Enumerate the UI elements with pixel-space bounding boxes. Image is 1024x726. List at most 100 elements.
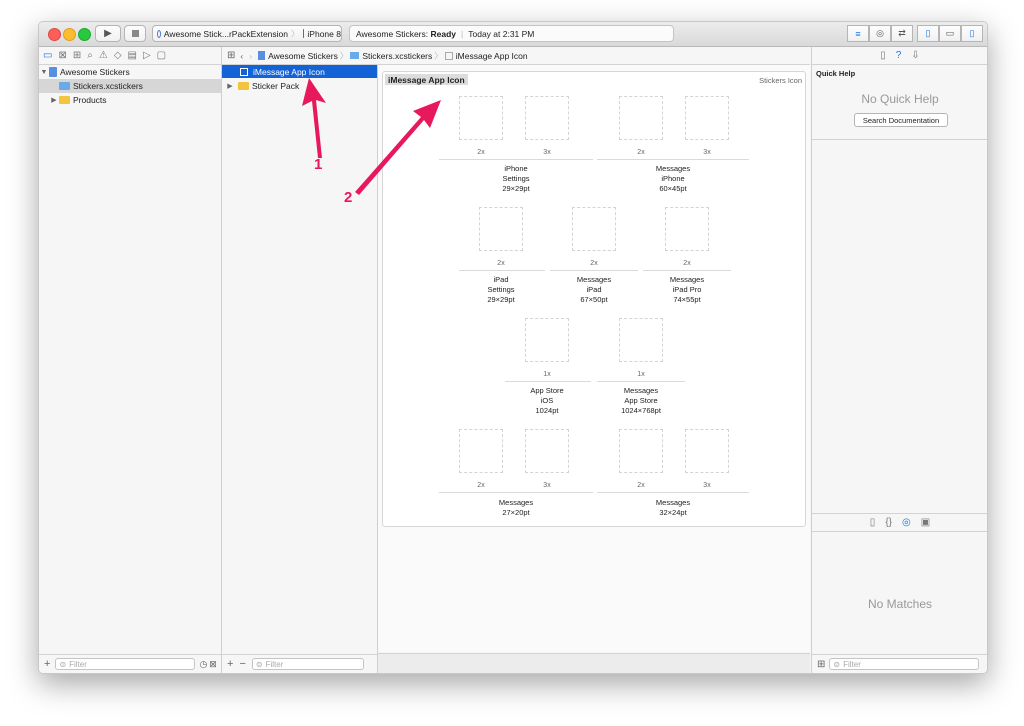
- remove-icon[interactable]: −: [239, 658, 245, 670]
- asset-item-sticker-pack[interactable]: ▶ Sticker Pack: [222, 79, 377, 92]
- group-divider: [459, 270, 545, 271]
- asset-item-label: Sticker Pack: [252, 80, 300, 91]
- close-window-button[interactable]: [48, 28, 61, 41]
- recent-files-icon[interactable]: ◷: [199, 659, 207, 670]
- status-state-label: Ready: [430, 28, 457, 39]
- attributes-inspector-icon[interactable]: ⇩: [911, 50, 919, 61]
- icon-slot-iphone-settings-2x[interactable]: [459, 96, 503, 140]
- chevron-right-icon: 〉: [291, 28, 300, 39]
- breakpoint-icon[interactable]: ▷: [143, 50, 151, 61]
- icon-slot-messages-32-2x[interactable]: [619, 429, 663, 473]
- group-divider: [597, 381, 685, 382]
- debug-icon[interactable]: ▤: [128, 50, 137, 61]
- filter-icon: ⊜: [59, 659, 67, 669]
- app-icon-set-icon: [240, 67, 248, 76]
- navigator-filter-field[interactable]: ⊜ Filter: [55, 658, 196, 670]
- icon-slot-messages-iphone-3x[interactable]: [685, 96, 729, 140]
- add-icon[interactable]: +: [44, 658, 50, 670]
- scheme-target-label: Awesome Stick...rPackExtension: [163, 28, 288, 39]
- file-template-icon[interactable]: ▯: [870, 517, 876, 528]
- search-documentation-button[interactable]: Search Documentation: [854, 113, 948, 127]
- warning-icon[interactable]: ⚠: [99, 50, 108, 61]
- minimize-window-button[interactable]: [63, 28, 76, 41]
- folder-yellow-icon: [238, 81, 249, 90]
- icon-slot-messages-27-2x[interactable]: [459, 429, 503, 473]
- icon-set-title[interactable]: iMessage App Icon: [385, 74, 468, 85]
- no-quick-help-label: No Quick Help: [861, 92, 939, 106]
- group-caption: iPhone Settings 29×29pt: [502, 164, 530, 193]
- activity-viewer: Awesome Stickers: Ready | Today at 2:31 …: [349, 25, 674, 42]
- scale-label: 3x: [703, 149, 711, 156]
- view-toggle-controls: ▯ ▭ ▯: [917, 25, 983, 42]
- forward-chevron-icon[interactable]: ›: [249, 51, 252, 61]
- icon-slot-messages-ipad-2x[interactable]: [572, 207, 616, 251]
- icon-slot-messages-app-store-1x[interactable]: [619, 318, 663, 362]
- tree-item-label: Awesome Stickers: [60, 67, 130, 77]
- icon-slot-messages-ipad-pro-2x[interactable]: [665, 207, 709, 251]
- icon-slot-iphone-settings-3x[interactable]: [525, 96, 569, 140]
- media-library-icon[interactable]: ▣: [921, 517, 930, 528]
- jump-crumb-catalog[interactable]: Stickers.xcstickers: [362, 51, 432, 61]
- editor-bottom-bar: [378, 653, 810, 673]
- icon-slot-messages-27-3x[interactable]: [525, 429, 569, 473]
- related-items-icon[interactable]: ⊞: [227, 50, 235, 61]
- icon-slot-messages-32-3x[interactable]: [685, 429, 729, 473]
- asset-item-imessage-app-icon[interactable]: iMessage App Icon: [222, 65, 377, 78]
- back-chevron-icon[interactable]: ‹: [240, 51, 243, 61]
- library-bottom-bar: ⊞ ⊜ Filter: [812, 654, 987, 673]
- group-caption: Messages 27×20pt: [498, 498, 534, 517]
- search-icon[interactable]: ⌕: [87, 50, 93, 61]
- object-library-icon[interactable]: ◎: [902, 517, 911, 528]
- jump-bar: ⊞ ‹ › Awesome Stickers 〉 Stickers.xcstic…: [222, 47, 810, 65]
- jump-crumb-asset[interactable]: iMessage App Icon: [456, 51, 528, 61]
- file-inspector-icon[interactable]: ▯: [880, 50, 886, 61]
- jump-crumb-project[interactable]: Awesome Stickers: [268, 51, 338, 61]
- tree-item-products[interactable]: ▶ Products: [39, 93, 221, 107]
- device-icon: [302, 29, 305, 38]
- folder-icon[interactable]: ▭: [43, 50, 52, 61]
- report-icon[interactable]: ▢: [157, 50, 166, 61]
- disclosure-closed-icon[interactable]: ▶: [49, 96, 59, 104]
- asset-filter-field[interactable]: ⊜ Filter: [251, 658, 364, 670]
- version-editor-button[interactable]: ⇄: [891, 25, 913, 42]
- group-caption: Messages iPad 67×50pt: [576, 275, 612, 304]
- toggle-debug-area-button[interactable]: ▭: [939, 25, 961, 42]
- assistant-editor-button[interactable]: ◎: [869, 25, 891, 42]
- group-caption: Messages iPhone 60×45pt: [655, 164, 691, 193]
- library-selector-bar: ▯ {} ◎ ▣: [812, 514, 987, 532]
- inspector-panel: ▯ ? ⇩ Quick Help No Quick Help Search Do…: [811, 47, 987, 673]
- extension-icon: [157, 29, 161, 38]
- scm-filter-icon[interactable]: ⊠: [209, 659, 217, 670]
- code-snippet-icon[interactable]: {}: [885, 517, 892, 528]
- symbol-icon[interactable]: ⊞: [73, 50, 81, 61]
- scale-label: 2x: [477, 482, 485, 489]
- toggle-navigator-button[interactable]: ▯: [917, 25, 939, 42]
- source-control-icon[interactable]: ⊠: [58, 50, 66, 61]
- icon-slot-ipad-settings-2x[interactable]: [479, 207, 523, 251]
- bottom-panel-icon: ▭: [945, 28, 955, 38]
- stop-button[interactable]: [124, 25, 146, 42]
- disclosure-closed-icon[interactable]: ▶: [225, 82, 235, 90]
- icon-slot-messages-iphone-2x[interactable]: [619, 96, 663, 140]
- scale-label: 2x: [637, 482, 645, 489]
- run-button[interactable]: ▶: [95, 25, 121, 42]
- disclosure-open-icon[interactable]: ▼: [39, 69, 49, 76]
- grid-view-icon[interactable]: ⊞: [817, 659, 825, 670]
- icon-slot-app-store-ios-1x[interactable]: [525, 318, 569, 362]
- toggle-inspector-button[interactable]: ▯: [961, 25, 983, 42]
- library-filter-field[interactable]: ⊜ Filter: [829, 658, 980, 670]
- scale-label: 1x: [543, 371, 551, 378]
- tree-item-project[interactable]: ▼ Awesome Stickers: [39, 65, 221, 79]
- zoom-window-button[interactable]: [78, 28, 91, 41]
- group-divider: [597, 492, 749, 493]
- standard-editor-button[interactable]: ≡: [847, 25, 869, 42]
- asset-list-bottom-bar: + − ⊜ Filter: [222, 654, 377, 673]
- right-panel-icon: ▯: [969, 28, 975, 38]
- icon-set-card: iMessage App Icon Stickers Icon 2x 3x iP…: [382, 71, 806, 527]
- tree-item-xcstickers[interactable]: Stickers.xcstickers: [39, 79, 221, 93]
- test-icon[interactable]: ◇: [114, 50, 122, 61]
- quick-help-icon[interactable]: ?: [896, 50, 902, 61]
- scheme-selector[interactable]: Awesome Stick...rPackExtension 〉 iPhone …: [152, 25, 342, 42]
- add-icon[interactable]: +: [227, 658, 233, 670]
- project-tree: ▼ Awesome Stickers Stickers.xcstickers ▶…: [39, 65, 221, 107]
